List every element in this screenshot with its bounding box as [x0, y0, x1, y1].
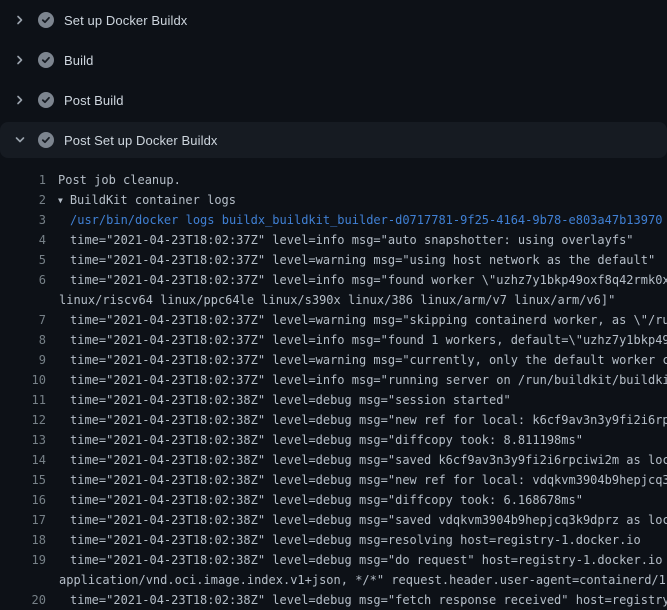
- step-label: Set up Docker Buildx: [64, 13, 187, 28]
- log-line: 8 time="2021-04-23T18:02:37Z" level=info …: [0, 330, 667, 350]
- job-steps-list: Set up Docker Buildx Build Post Build Post …: [0, 0, 667, 158]
- log-command-text: /usr/bin/docker logs buildx_buildkit_bui…: [70, 210, 662, 230]
- check-circle-icon: [38, 132, 54, 148]
- step-log-console: 1 Post job cleanup. 2 ▼ BuildKit container l…: [0, 160, 667, 610]
- log-line-number[interactable]: 11: [0, 390, 46, 410]
- log-message-text: time="2021-04-23T18:02:37Z" level=warnin…: [70, 250, 655, 270]
- log-line: 3/usr/bin/docker logs buildx_buildkit_bu…: [0, 210, 667, 230]
- log-message-text: linux/riscv64 linux/ppc64le linux/s390x …: [59, 290, 615, 310]
- log-line-number[interactable]: 20: [0, 590, 46, 610]
- step-header-set-up-docker-buildx[interactable]: Set up Docker Buildx: [0, 0, 667, 40]
- log-line: 20 time="2021-04-23T18:02:38Z" level=debu…: [0, 590, 667, 610]
- log-line-number[interactable]: 13: [0, 430, 46, 450]
- log-line-number[interactable]: 17: [0, 510, 46, 530]
- log-message-text: application/vnd.oci.image.index.v1+json,…: [59, 570, 667, 590]
- group-expanded-triangle-icon: ▼: [58, 191, 63, 211]
- log-line: 17 time="2021-04-23T18:02:38Z" level=debu…: [0, 510, 667, 530]
- log-message-text: time="2021-04-23T18:02:37Z" level=warnin…: [70, 310, 667, 330]
- log-message-text: time="2021-04-23T18:02:37Z" level=info m…: [70, 330, 667, 350]
- log-line: 13 time="2021-04-23T18:02:38Z" level=debu…: [0, 430, 667, 450]
- log-line-number[interactable]: 9: [0, 350, 46, 370]
- log-message-text: time="2021-04-23T18:02:38Z" level=debug …: [70, 390, 511, 410]
- check-circle-icon: [38, 12, 54, 28]
- log-line: 9 time="2021-04-23T18:02:37Z" level=warni…: [0, 350, 667, 370]
- log-line-number[interactable]: 8: [0, 330, 46, 350]
- log-message-text: time="2021-04-23T18:02:38Z" level=debug …: [70, 510, 667, 530]
- step-label: Post Set up Docker Buildx: [64, 133, 218, 148]
- log-line-number[interactable]: 12: [0, 410, 46, 430]
- chevron-right-icon: [12, 12, 28, 28]
- log-message-text: time="2021-04-23T18:02:38Z" level=debug …: [70, 450, 667, 470]
- log-line-number[interactable]: 3: [0, 210, 46, 230]
- log-message-text: time="2021-04-23T18:02:38Z" level=debug …: [70, 490, 583, 510]
- log-line-number[interactable]: 6: [0, 270, 46, 290]
- log-line: 2 ▼ BuildKit container logs: [0, 190, 667, 210]
- log-line-number[interactable]: 15: [0, 470, 46, 490]
- log-line: 12 time="2021-04-23T18:02:38Z" level=debu…: [0, 410, 667, 430]
- log-line: 18 time="2021-04-23T18:02:38Z" level=debu…: [0, 530, 667, 550]
- log-line: 10 time="2021-04-23T18:02:37Z" level=info…: [0, 370, 667, 390]
- log-line-number: [0, 570, 46, 590]
- log-message-text: time="2021-04-23T18:02:37Z" level=warnin…: [70, 350, 667, 370]
- log-line-number[interactable]: 14: [0, 450, 46, 470]
- log-message-text: Post job cleanup.: [58, 170, 181, 190]
- log-line-number[interactable]: 1: [0, 170, 46, 190]
- log-line-number[interactable]: 7: [0, 310, 46, 330]
- check-circle-icon: [38, 92, 54, 108]
- log-message-text: time="2021-04-23T18:02:38Z" level=debug …: [70, 430, 583, 450]
- log-message-text: time="2021-04-23T18:02:38Z" level=debug …: [70, 470, 667, 490]
- step-header-post-set-up-docker-buildx[interactable]: Post Set up Docker Buildx: [0, 122, 667, 158]
- log-line: 1 Post job cleanup.: [0, 170, 667, 190]
- log-line-number[interactable]: 19: [0, 550, 46, 570]
- log-message-text: time="2021-04-23T18:02:37Z" level=info m…: [70, 230, 634, 250]
- log-group-label: BuildKit container logs: [70, 193, 236, 207]
- log-line-continuation: linux/riscv64 linux/ppc64le linux/s390x …: [0, 290, 667, 310]
- log-message-text: time="2021-04-23T18:02:37Z" level=info m…: [70, 270, 667, 290]
- step-label: Post Build: [64, 93, 124, 108]
- log-line: 19 time="2021-04-23T18:02:38Z" level=debu…: [0, 550, 667, 570]
- log-line-number: [0, 290, 46, 310]
- log-message-text: time="2021-04-23T18:02:38Z" level=debug …: [70, 530, 641, 550]
- log-line-number[interactable]: 5: [0, 250, 46, 270]
- log-line-number[interactable]: 2: [0, 190, 46, 210]
- log-line-number[interactable]: 18: [0, 530, 46, 550]
- log-line: 16 time="2021-04-23T18:02:38Z" level=debu…: [0, 490, 667, 510]
- chevron-down-icon: [12, 132, 28, 148]
- log-message-text: time="2021-04-23T18:02:38Z" level=debug …: [70, 550, 667, 570]
- log-line: 11 time="2021-04-23T18:02:38Z" level=debu…: [0, 390, 667, 410]
- log-line-number[interactable]: 16: [0, 490, 46, 510]
- log-message-text: time="2021-04-23T18:02:38Z" level=debug …: [70, 590, 667, 610]
- step-header-post-build[interactable]: Post Build: [0, 80, 667, 120]
- log-line: 15 time="2021-04-23T18:02:38Z" level=debu…: [0, 470, 667, 490]
- chevron-right-icon: [12, 52, 28, 68]
- step-header-build[interactable]: Build: [0, 40, 667, 80]
- step-label: Build: [64, 53, 93, 68]
- log-line: 14 time="2021-04-23T18:02:38Z" level=debu…: [0, 450, 667, 470]
- log-line-continuation: application/vnd.oci.image.index.v1+json,…: [0, 570, 667, 590]
- log-line: 6 time="2021-04-23T18:02:37Z" level=info …: [0, 270, 667, 290]
- log-line: 7 time="2021-04-23T18:02:37Z" level=warni…: [0, 310, 667, 330]
- log-group-title[interactable]: ▼ BuildKit container logs: [58, 190, 236, 210]
- log-message-text: time="2021-04-23T18:02:38Z" level=debug …: [70, 410, 667, 430]
- log-message-text: time="2021-04-23T18:02:37Z" level=info m…: [70, 370, 667, 390]
- log-line-number[interactable]: 10: [0, 370, 46, 390]
- log-line: 5 time="2021-04-23T18:02:37Z" level=warni…: [0, 250, 667, 270]
- log-line: 4 time="2021-04-23T18:02:37Z" level=info …: [0, 230, 667, 250]
- check-circle-icon: [38, 52, 54, 68]
- chevron-right-icon: [12, 92, 28, 108]
- log-line-number[interactable]: 4: [0, 230, 46, 250]
